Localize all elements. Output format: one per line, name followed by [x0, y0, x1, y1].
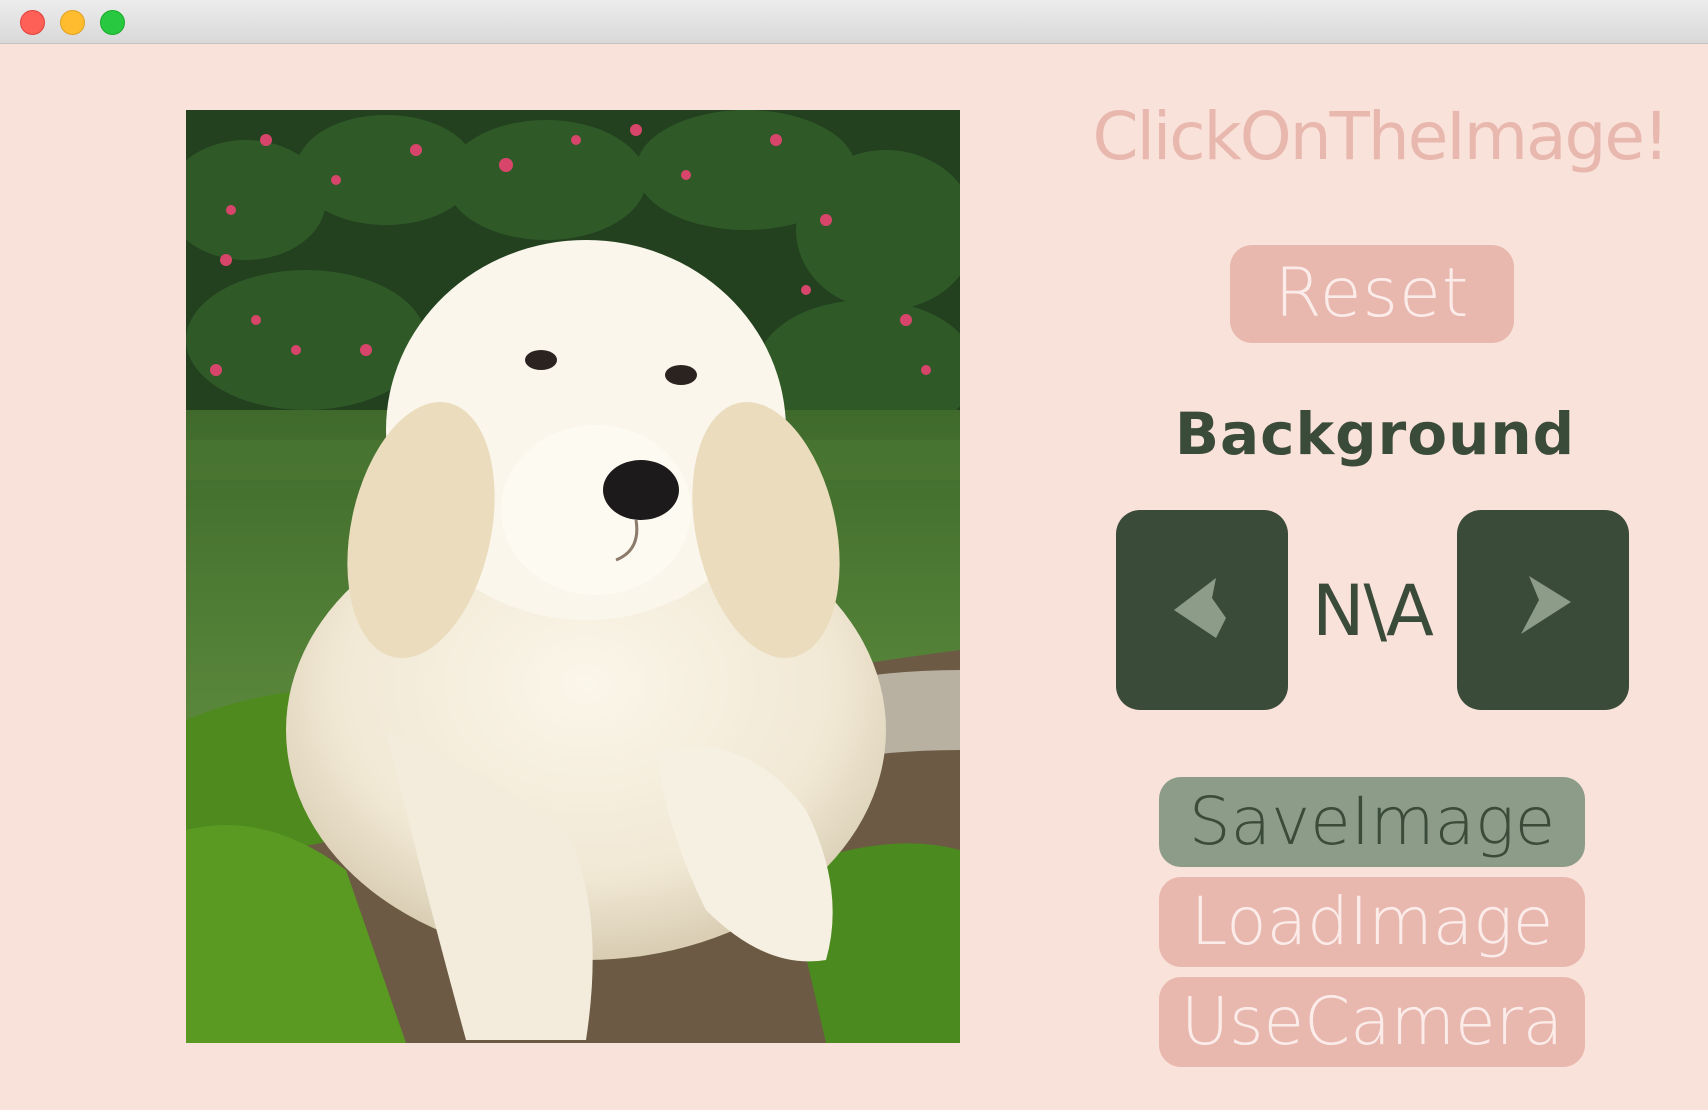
reset-button[interactable]: Reset: [1230, 245, 1514, 343]
chevron-left-icon: [1174, 578, 1226, 638]
background-label: Background: [1174, 400, 1576, 468]
save-image-button[interactable]: SaveImage: [1159, 777, 1585, 867]
app-window: ClickOnTheImage! Reset Background N\A Sa…: [0, 0, 1708, 1110]
maximize-window-button[interactable]: [100, 10, 125, 35]
minimize-window-button[interactable]: [60, 10, 85, 35]
main-image[interactable]: [186, 110, 960, 1043]
window-titlebar: [0, 0, 1708, 44]
close-window-button[interactable]: [20, 10, 45, 35]
puppy-photo: [186, 110, 960, 1043]
load-image-button[interactable]: LoadImage: [1159, 877, 1585, 967]
background-value: N\A: [1312, 570, 1434, 652]
chevron-right-icon: [1521, 576, 1571, 634]
use-camera-button[interactable]: UseCamera: [1159, 977, 1585, 1067]
next-background-button[interactable]: [1457, 510, 1629, 710]
previous-background-button[interactable]: [1116, 510, 1288, 710]
app-title: ClickOnTheImage!: [1092, 98, 1670, 175]
